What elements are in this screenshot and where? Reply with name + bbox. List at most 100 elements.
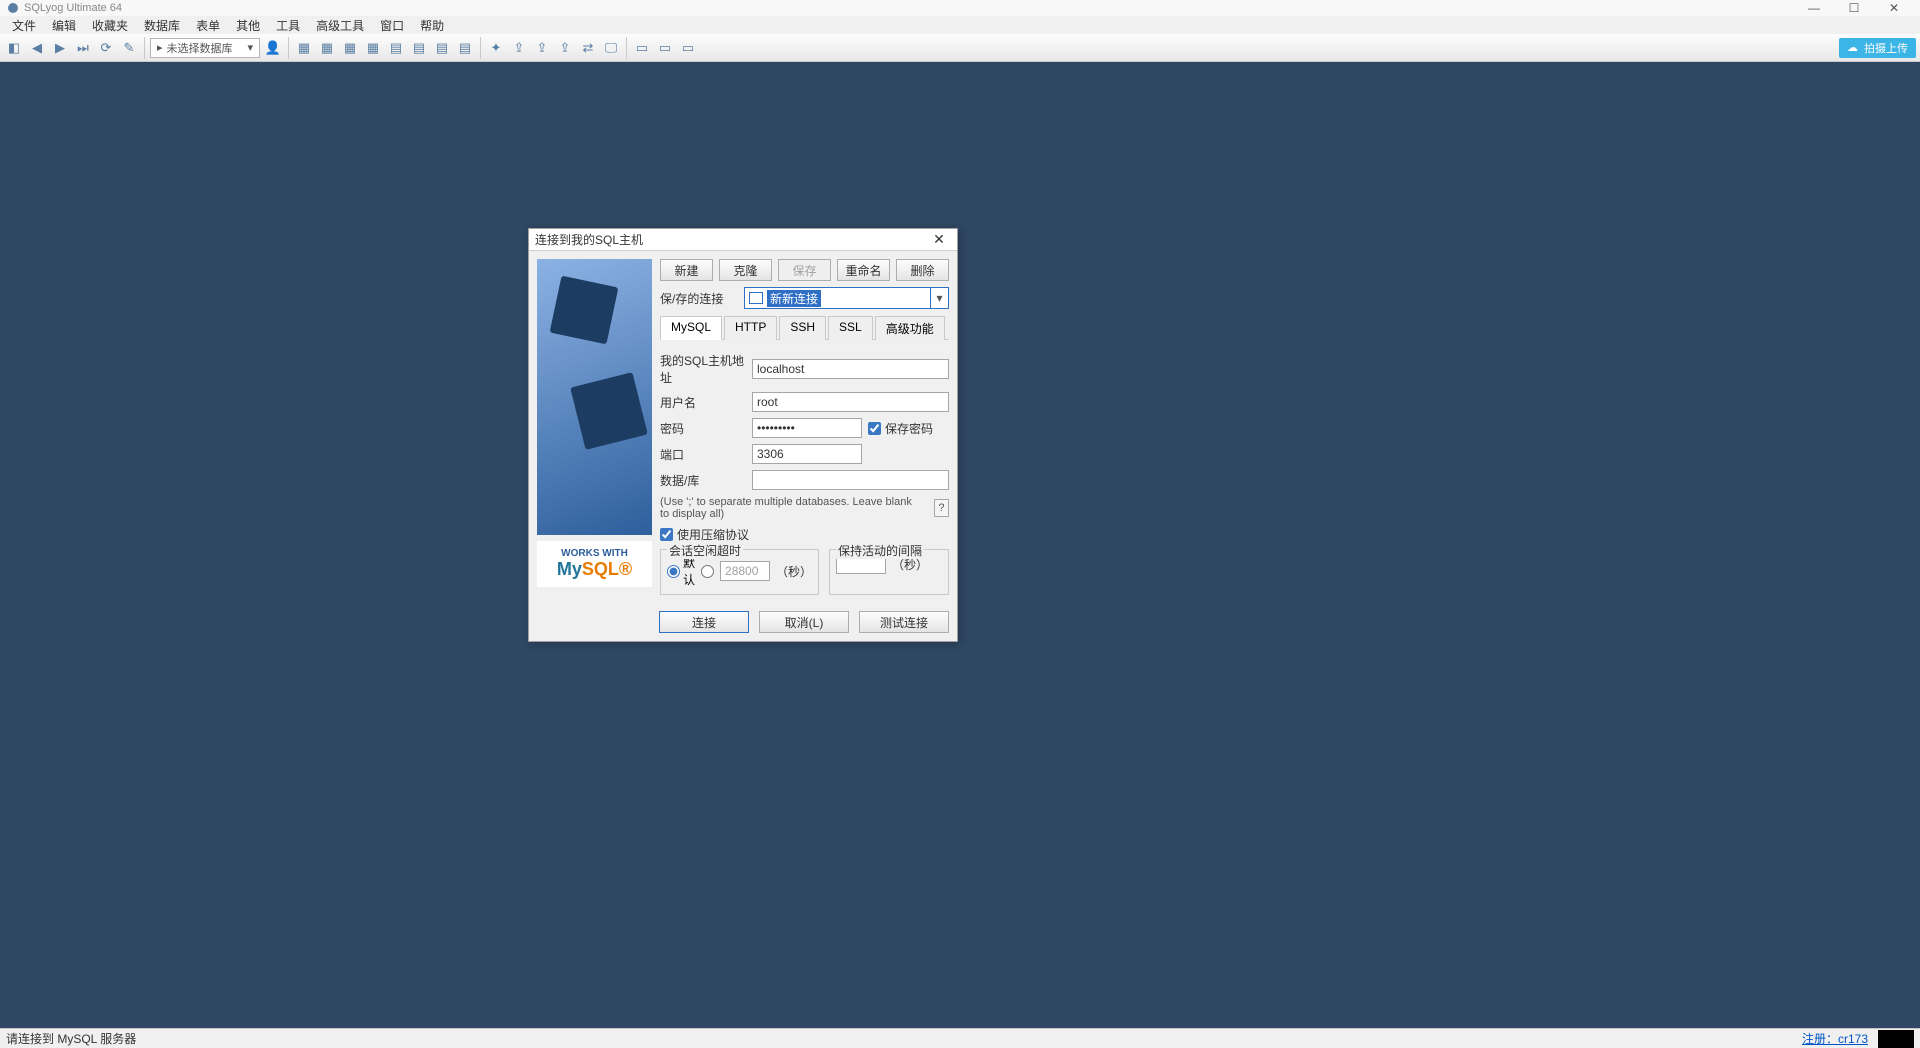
- refresh-icon[interactable]: ⟳: [96, 38, 116, 58]
- toolbar: ◧ ◀ ▶ ⏭ ⟳ ✎ ▸ 未选择数据库 ▾ 👤 ▦ ▦ ▦ ▦ ▤ ▤ ▤ ▤…: [0, 34, 1920, 62]
- new-connection-icon[interactable]: ◧: [4, 38, 24, 58]
- register-link[interactable]: 注册：cr173: [1796, 1030, 1874, 1047]
- help-button[interactable]: ?: [934, 499, 949, 517]
- dialog-titlebar: 连接到我的SQL主机 ✕: [529, 229, 957, 251]
- back-icon[interactable]: ◀: [27, 38, 47, 58]
- saved-conn-value: 新新连接: [767, 290, 821, 307]
- new-button[interactable]: 新建: [660, 259, 713, 281]
- statusbar: 请连接到 MySQL 服务器 注册：cr173: [0, 1028, 1920, 1048]
- chevron-down-icon: ▾: [930, 288, 948, 308]
- mysql-badge: WORKS WITH MySQL®: [537, 541, 652, 587]
- cloud-icon: ☁: [1847, 41, 1858, 54]
- menu-table[interactable]: 表单: [188, 16, 228, 35]
- tab-ssl[interactable]: SSL: [828, 316, 873, 340]
- menu-database[interactable]: 数据库: [136, 16, 188, 35]
- pass-input[interactable]: [752, 418, 862, 438]
- view-1-icon[interactable]: ▭: [632, 38, 652, 58]
- app-title: SQLyog Ultimate 64: [24, 2, 122, 14]
- app-icon: [6, 1, 20, 15]
- titlebar: SQLyog Ultimate 64 — ☐ ✕: [0, 0, 1920, 16]
- view-2-icon[interactable]: ▭: [655, 38, 675, 58]
- idle-custom-input[interactable]: [720, 561, 770, 581]
- test-connection-button[interactable]: 测试连接: [859, 611, 949, 633]
- cancel-button[interactable]: 取消(L): [759, 611, 849, 633]
- combo-chip-icon: [749, 292, 763, 304]
- save-pass-label: 保存密码: [885, 420, 933, 437]
- tab-advanced[interactable]: 高级功能: [875, 316, 945, 340]
- wand-icon[interactable]: ✦: [486, 38, 506, 58]
- rename-button[interactable]: 重命名: [837, 259, 890, 281]
- connection-dialog: 连接到我的SQL主机 ✕ WORKS WITH MySQL® 新建 克隆 保存 …: [528, 228, 958, 642]
- idle-default-radio[interactable]: 默认: [667, 554, 695, 588]
- menu-advanced[interactable]: 高级工具: [308, 16, 372, 35]
- database-select[interactable]: ▸ 未选择数据库 ▾: [150, 38, 260, 58]
- db-hint: (Use ';' to separate multiple databases.…: [660, 496, 922, 520]
- export-1-icon[interactable]: ⇪: [509, 38, 529, 58]
- maximize-button[interactable]: ☐: [1834, 1, 1874, 15]
- database-select-label: 未选择数据库: [167, 40, 233, 56]
- saved-conn-combo[interactable]: 新新连接 ▾: [744, 287, 949, 309]
- monitor-icon[interactable]: 🖵: [601, 38, 621, 58]
- user-label: 用户名: [660, 394, 746, 411]
- dialog-close-button[interactable]: ✕: [927, 231, 951, 248]
- cloud-label: 拍摄上传: [1864, 40, 1908, 56]
- grid-3-icon[interactable]: ▤: [432, 38, 452, 58]
- pass-label: 密码: [660, 420, 746, 437]
- menu-help[interactable]: 帮助: [412, 16, 452, 35]
- tab-http[interactable]: HTTP: [724, 316, 777, 340]
- user-icon[interactable]: 👤: [263, 38, 283, 58]
- clone-button[interactable]: 克隆: [719, 259, 772, 281]
- user-input[interactable]: [752, 392, 949, 412]
- grid-2-icon[interactable]: ▤: [409, 38, 429, 58]
- port-input[interactable]: [752, 444, 862, 464]
- connection-tabs: MySQL HTTP SSH SSL 高级功能: [660, 315, 949, 340]
- host-label: 我的SQL主机地址: [660, 352, 746, 386]
- workspace: [0, 62, 1920, 1028]
- idle-legend: 会话空闲超时: [667, 542, 743, 559]
- keepalive-legend: 保持活动的间隔: [836, 542, 924, 559]
- grid-4-icon[interactable]: ▤: [455, 38, 475, 58]
- save-button[interactable]: 保存: [778, 259, 831, 281]
- view-3-icon[interactable]: ▭: [678, 38, 698, 58]
- menu-edit[interactable]: 编辑: [44, 16, 84, 35]
- compress-checkbox[interactable]: 使用压缩协议: [660, 526, 949, 543]
- compress-label: 使用压缩协议: [677, 526, 749, 543]
- status-indicator: [1878, 1030, 1914, 1048]
- dialog-title: 连接到我的SQL主机: [535, 231, 643, 248]
- host-input[interactable]: [752, 359, 949, 379]
- tool-1-icon[interactable]: ▦: [294, 38, 314, 58]
- puzzle-image: [537, 259, 652, 535]
- export-3-icon[interactable]: ⇪: [555, 38, 575, 58]
- tab-pane-mysql: 我的SQL主机地址 用户名 密码 保存密码 端口: [660, 346, 949, 595]
- execute-icon[interactable]: ▶: [50, 38, 70, 58]
- badge-top: WORKS WITH: [561, 548, 628, 559]
- window-close-button[interactable]: ✕: [1874, 1, 1914, 15]
- tool-4-icon[interactable]: ▦: [363, 38, 383, 58]
- tool-2-icon[interactable]: ▦: [317, 38, 337, 58]
- saved-conn-label: 保/存的连接: [660, 290, 738, 307]
- menu-other[interactable]: 其他: [228, 16, 268, 35]
- stop-icon[interactable]: ✎: [119, 38, 139, 58]
- minimize-button[interactable]: —: [1794, 1, 1834, 15]
- port-label: 端口: [660, 446, 746, 463]
- cloud-upload-badge[interactable]: ☁ 拍摄上传: [1839, 38, 1916, 58]
- status-message: 请连接到 MySQL 服务器: [6, 1030, 136, 1047]
- connect-button[interactable]: 连接: [659, 611, 749, 633]
- db-label: 数据/库: [660, 472, 746, 489]
- save-pass-checkbox[interactable]: 保存密码: [868, 420, 933, 437]
- sync-icon[interactable]: ⇄: [578, 38, 598, 58]
- export-2-icon[interactable]: ⇪: [532, 38, 552, 58]
- menu-favorites[interactable]: 收藏夹: [84, 16, 136, 35]
- tab-ssh[interactable]: SSH: [779, 316, 826, 340]
- menu-window[interactable]: 窗口: [372, 16, 412, 35]
- keepalive-group: 保持活动的间隔 （秒）: [829, 549, 949, 595]
- tool-3-icon[interactable]: ▦: [340, 38, 360, 58]
- db-input[interactable]: [752, 470, 949, 490]
- menu-tools[interactable]: 工具: [268, 16, 308, 35]
- grid-1-icon[interactable]: ▤: [386, 38, 406, 58]
- menu-file[interactable]: 文件: [4, 16, 44, 35]
- execute-all-icon[interactable]: ⏭: [73, 38, 93, 58]
- tab-mysql[interactable]: MySQL: [660, 316, 722, 340]
- idle-custom-radio[interactable]: [701, 565, 714, 578]
- delete-button[interactable]: 删除: [896, 259, 949, 281]
